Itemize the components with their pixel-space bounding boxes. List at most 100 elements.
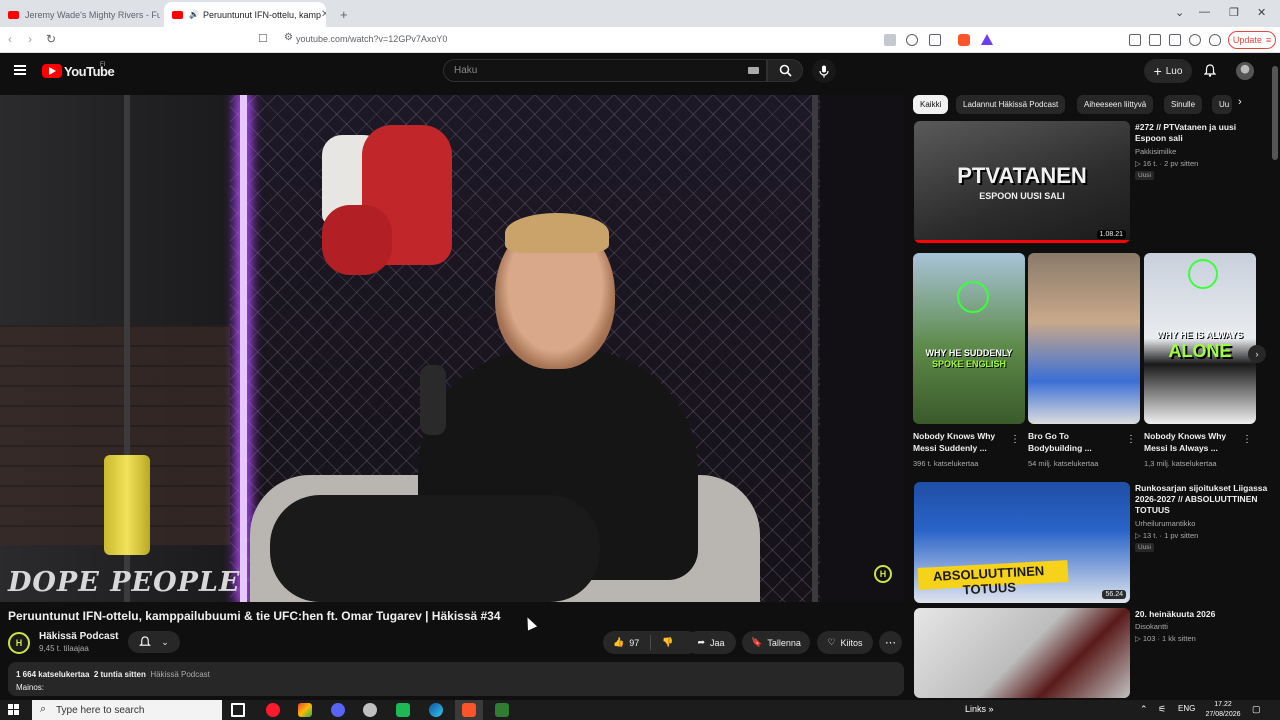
user-avatar[interactable] — [1236, 62, 1254, 80]
title-line: Messi Is Always ... — [1144, 443, 1218, 453]
channel-avatar[interactable]: H — [8, 632, 30, 654]
brave-icon[interactable] — [462, 703, 476, 717]
youtube-wordmark[interactable]: YouTube — [64, 64, 115, 79]
description-box[interactable] — [8, 662, 904, 696]
notifications-bell-icon[interactable] — [1204, 64, 1216, 77]
leo-icon[interactable] — [1189, 34, 1201, 46]
brave-rewards-icon[interactable] — [981, 34, 993, 45]
task-view-icon[interactable] — [231, 703, 245, 717]
tray-chevron-icon[interactable]: ⌃ — [1140, 704, 1148, 715]
network-icon[interactable]: ⚟ — [1158, 704, 1166, 715]
search-placeholder: Haku — [454, 65, 478, 76]
discord-icon[interactable] — [331, 703, 345, 717]
scrollbar-thumb[interactable] — [1272, 66, 1278, 160]
media-icon[interactable] — [1129, 34, 1141, 46]
hamburger-menu-icon[interactable] — [14, 65, 26, 75]
chevron-right-icon[interactable]: › — [1248, 345, 1266, 363]
more-options-icon[interactable]: ⋮ — [1126, 434, 1136, 445]
video-title[interactable]: #272 // PTVatanen ja uusi Espoon sali — [1135, 122, 1236, 144]
language-indicator[interactable]: ENG — [1178, 704, 1195, 713]
like-count[interactable]: 97 — [629, 638, 639, 648]
brave-shields-icon[interactable] — [958, 34, 970, 46]
bookmark-icon[interactable]: ☐ — [258, 32, 268, 45]
taskbar-search-input[interactable]: ⌕ Type here to search — [32, 700, 222, 720]
more-options-icon[interactable]: ⋮ — [1010, 434, 1020, 445]
video-channel[interactable]: Urheilurumantikko — [1135, 518, 1195, 529]
video-title[interactable]: 20. heinäkuuta 2026 — [1135, 609, 1215, 620]
update-button[interactable]: Update ≡ — [1228, 31, 1276, 49]
create-button[interactable]: + Luo — [1144, 59, 1192, 83]
thumbnail-title-text: WHY HE SUDDENLY — [925, 348, 1013, 358]
dislike-icon[interactable]: 👎 — [662, 637, 673, 648]
app-icon[interactable] — [298, 703, 312, 717]
more-options-icon[interactable]: ⋮ — [1242, 434, 1252, 445]
video-frame-pole — [812, 95, 818, 602]
chip-uploaded-by[interactable]: Ladannut Häkissä Podcast — [956, 95, 1066, 114]
tab-title: Jeremy Wade's Mighty Rivers - Full E — [25, 9, 160, 20]
short-title[interactable]: Nobody Knows Why Messi Is Always ... — [1144, 430, 1240, 454]
sidebar-icon[interactable] — [1149, 34, 1161, 46]
notifications-icon[interactable]: ▢ — [1252, 704, 1261, 715]
short-title[interactable]: Bro Go To Bodybuilding ... — [1028, 430, 1124, 454]
new-tab-button[interactable]: + — [332, 2, 352, 27]
chip-all[interactable]: Kaikki — [913, 95, 949, 114]
wallet-icon[interactable] — [1169, 34, 1181, 46]
windows-start-icon[interactable] — [8, 704, 20, 716]
meta-text: 16 t. · 2 pv sitten — [1142, 159, 1199, 168]
tab-search-icon[interactable]: ⌄ — [1175, 6, 1184, 19]
channel-tag[interactable]: Häkissä Podcast — [150, 670, 210, 679]
app-icon[interactable] — [495, 703, 509, 717]
short-thumbnail[interactable]: WHY HE SUDDENLY SPOKE ENGLISH — [913, 253, 1025, 424]
channel-watermark-icon[interactable]: H — [874, 565, 892, 583]
subscribed-button[interactable]: ⌄ — [128, 631, 180, 653]
chevron-right-icon[interactable]: › — [1238, 96, 1242, 108]
short-thumbnail[interactable]: WHY HE IS ALWAYS ALONE — [1144, 253, 1256, 424]
vpn-icon[interactable] — [1209, 34, 1221, 46]
video-channel[interactable]: Disokantti — [1135, 621, 1168, 632]
close-tab-icon[interactable]: ✕ — [321, 9, 326, 20]
app-icon[interactable] — [396, 703, 410, 717]
short-title[interactable]: Nobody Knows Why Messi Suddenly ... — [913, 430, 1009, 454]
forward-icon[interactable]: › — [28, 32, 32, 46]
cast-icon[interactable] — [929, 34, 941, 46]
chip-for-you[interactable]: Sinulle — [1164, 95, 1203, 114]
browser-tab-inactive[interactable]: Jeremy Wade's Mighty Rivers - Full E — [0, 2, 160, 27]
clock[interactable]: 17.22 27/08/2026 — [1200, 700, 1246, 720]
chip-new[interactable]: Uu — [1212, 95, 1232, 114]
video-title[interactable]: Runkosarjan sijoitukset Liigassa 2026-20… — [1135, 483, 1267, 516]
video-thumbnail[interactable] — [914, 608, 1130, 698]
share-button[interactable]: ➦ Jaa — [686, 631, 736, 654]
video-thumbnail[interactable]: PTVATANEN ESPOON UUSI SALI 1.08.21 — [914, 121, 1130, 243]
search-input[interactable]: Haku — [443, 59, 767, 82]
youtube-logo-icon[interactable] — [42, 64, 62, 78]
zoom-icon[interactable] — [906, 34, 918, 46]
links-toolbar[interactable]: Links » — [965, 704, 994, 714]
maximize-icon[interactable]: ❐ — [1229, 6, 1239, 19]
app-icon[interactable] — [363, 703, 377, 717]
more-actions-icon[interactable]: ⋯ — [879, 631, 902, 654]
close-window-icon[interactable]: ✕ — [1257, 6, 1266, 19]
video-frame-neon — [240, 95, 247, 602]
browser-tab-active[interactable]: 🔊 Peruuntunut IFN-ottelu, kamp ✕ — [164, 2, 326, 27]
thumbnail-subtitle-text: SPOKE ENGLISH — [931, 359, 1006, 369]
reload-icon[interactable]: ↻ — [46, 32, 56, 46]
short-thumbnail[interactable] — [1028, 253, 1140, 424]
site-info-icon[interactable]: ⚙ — [284, 32, 293, 43]
like-icon[interactable]: 👍 — [613, 637, 624, 648]
minimize-icon[interactable]: — — [1199, 6, 1210, 18]
chip-related[interactable]: Aiheeseen liittyvä — [1077, 95, 1154, 114]
voice-search-button[interactable] — [812, 59, 836, 83]
video-channel[interactable]: Pakkisimilke — [1135, 146, 1176, 157]
video-thumbnail[interactable]: ABSOLUUTTINEN TOTUUS 56.24 — [914, 482, 1130, 603]
translate-icon[interactable] — [884, 34, 896, 46]
video-player[interactable]: DOPE PEOPLE H — [0, 95, 904, 602]
thanks-button[interactable]: ♡ Kiitos — [817, 631, 873, 654]
save-button[interactable]: 🔖 Tallenna — [742, 631, 810, 654]
channel-name[interactable]: Häkissä Podcast — [39, 631, 119, 642]
url-bar[interactable]: youtube.com/watch?v=12GPv7AxoY0 — [296, 34, 447, 44]
search-button[interactable] — [767, 59, 803, 82]
keyboard-icon[interactable] — [748, 67, 759, 74]
edge-icon[interactable] — [429, 703, 443, 717]
back-icon[interactable]: ‹ — [8, 32, 12, 46]
opera-icon[interactable] — [266, 703, 280, 717]
